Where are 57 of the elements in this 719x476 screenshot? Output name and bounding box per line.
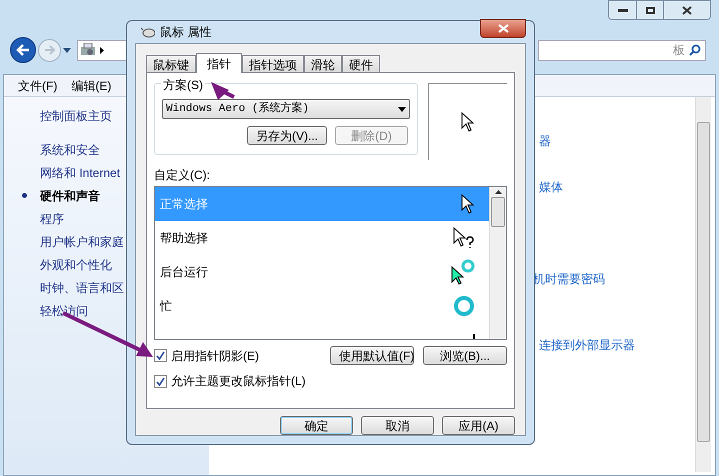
- group-label: 方案(S): [161, 76, 205, 94]
- checkbox-row[interactable]: 启用指针阴影(E): [154, 346, 259, 364]
- link[interactable]: 连接到外部显示器: [539, 336, 635, 358]
- close-button[interactable]: [664, 1, 710, 19]
- tab[interactable]: 硬件: [342, 55, 380, 72]
- minimize-button[interactable]: [609, 1, 637, 19]
- close-button[interactable]: [480, 18, 526, 38]
- dialog-title: 鼠标 属性: [160, 24, 212, 41]
- close-icon: [682, 6, 692, 14]
- tab[interactable]: 鼠标键: [146, 55, 196, 72]
- checkmark-icon: [156, 376, 165, 386]
- cursor-row[interactable]: 后台运行: [155, 255, 489, 289]
- checkbox[interactable]: [154, 349, 167, 362]
- dropdown-arrow-icon: [398, 106, 406, 112]
- annotation-arrow: [211, 82, 235, 100]
- tab[interactable]: 指针选项: [242, 55, 304, 72]
- bullet-icon: [22, 193, 27, 198]
- right-arrow-icon: [44, 45, 56, 55]
- customize-label: 自定义(C):: [154, 167, 211, 184]
- back-button[interactable]: [10, 37, 36, 63]
- dialog-button[interactable]: 应用(A): [442, 416, 515, 435]
- list-scrollbar[interactable]: [489, 187, 506, 339]
- dropdown-arrow-icon: [63, 48, 71, 52]
- checkbox[interactable]: [154, 374, 167, 388]
- search-field[interactable]: 板: [538, 40, 706, 60]
- action-button[interactable]: 使用默认值(F): [330, 346, 414, 365]
- help-cursor-icon: [453, 227, 475, 249]
- dialog-button[interactable]: 确定: [280, 416, 353, 435]
- maximize-button[interactable]: [637, 1, 664, 19]
- scheme-button[interactable]: 另存为(V)...: [247, 126, 327, 145]
- menu-item[interactable]: 文件(F): [18, 76, 58, 94]
- scroll-up-arrow-icon: [494, 190, 502, 194]
- scrollbar[interactable]: [695, 97, 711, 472]
- cursor-row[interactable]: 帮助选择: [155, 221, 489, 255]
- busy-ring-icon: [453, 295, 475, 317]
- search-icon: [689, 44, 701, 56]
- scroll-thumb[interactable]: [491, 197, 505, 227]
- scheme-dropdown[interactable]: Windows Aero (系统方案): [162, 99, 410, 119]
- tab[interactable]: 指针: [196, 53, 242, 73]
- link[interactable]: 器: [539, 132, 635, 154]
- cursor-row[interactable]: 忙: [155, 289, 489, 323]
- scroll-thumb[interactable]: [697, 122, 710, 442]
- arrow-cursor-icon: [461, 194, 475, 214]
- tab[interactable]: 滑轮: [304, 55, 342, 72]
- left-arrow-icon: [16, 44, 30, 56]
- chevron-icon: [100, 46, 104, 54]
- action-button[interactable]: 浏览(B)...: [423, 346, 507, 365]
- checkmark-icon: [156, 351, 165, 360]
- arrow-cursor-icon: [461, 112, 475, 132]
- dialog-button[interactable]: 取消: [361, 416, 434, 435]
- mouse-icon: [141, 26, 155, 38]
- printer-icon: [80, 43, 96, 57]
- close-icon: [498, 24, 508, 32]
- working-cursor-icon: [451, 259, 475, 285]
- menu-item[interactable]: 编辑(E): [71, 76, 112, 94]
- link[interactable]: 媒体: [539, 178, 635, 200]
- checkbox-row[interactable]: 允许主题更改鼠标指针(L): [154, 372, 507, 390]
